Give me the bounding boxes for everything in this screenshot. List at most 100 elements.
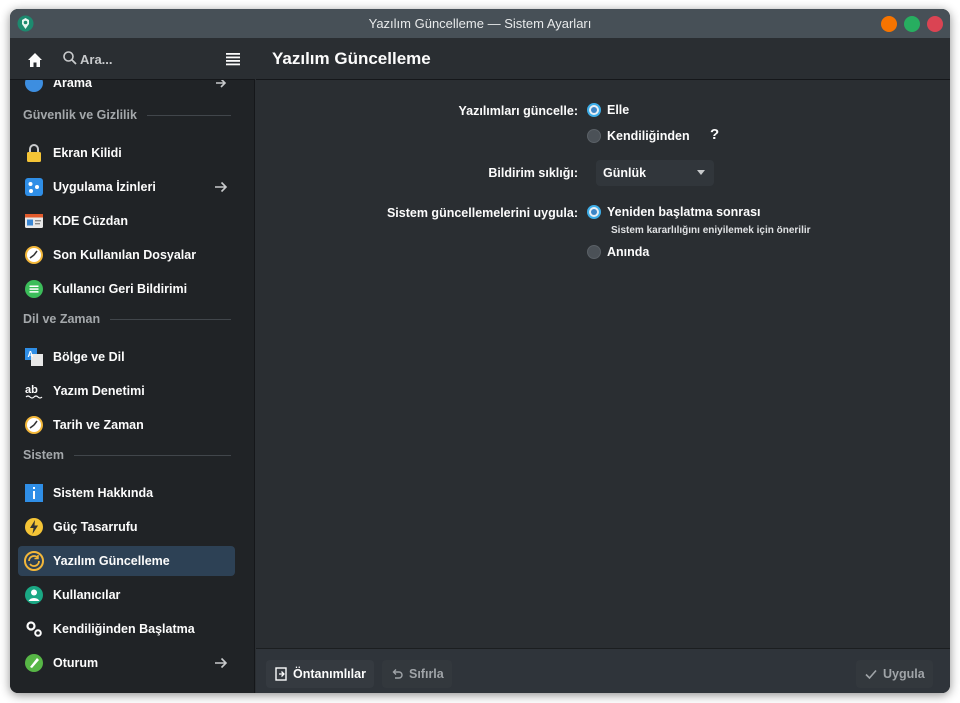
chevron-down-icon xyxy=(697,170,705,175)
radio-label: Yeniden başlatma sonrası xyxy=(607,205,761,219)
sidebar-item-user-feedback[interactable]: Kullanıcı Geri Bildirimi xyxy=(18,274,235,304)
defaults-button[interactable]: Öntanımlılar xyxy=(266,660,374,688)
sidebar-item-about-system[interactable]: Sistem Hakkında xyxy=(18,478,235,508)
search-icon xyxy=(63,51,77,65)
search-category-icon xyxy=(25,80,43,92)
title-bar[interactable]: Yazılım Güncelleme — Sistem Ayarları xyxy=(10,9,950,38)
radio-label: Kendiliğinden xyxy=(607,129,690,143)
sidebar-item-label: Arama xyxy=(53,80,92,90)
sidebar-item-label: KDE Cüzdan xyxy=(53,214,128,228)
sidebar-item-label: Yazım Denetimi xyxy=(53,384,145,398)
section-title: Güvenlik ve Gizlilik xyxy=(23,108,137,122)
update-manual-radio[interactable]: Elle xyxy=(587,103,629,117)
sidebar-item-label: Bölge ve Dil xyxy=(53,350,125,364)
info-icon xyxy=(25,484,43,502)
settings-window: Yazılım Güncelleme — Sistem Ayarları Ara… xyxy=(10,9,950,693)
sidebar-item-label: Kendiliğinden Başlatma xyxy=(53,622,195,636)
svg-text:ab: ab xyxy=(25,384,38,396)
apply-after-restart-radio[interactable]: Yeniden başlatma sonrası xyxy=(587,205,761,219)
sidebar-item-spell-check[interactable]: ab Yazım Denetimi xyxy=(18,376,235,406)
radio-indicator[interactable] xyxy=(587,129,601,143)
apply-label: Uygula xyxy=(883,667,925,681)
radio-indicator[interactable] xyxy=(587,245,601,259)
section-system: Sistem xyxy=(23,448,231,462)
checkmark-icon xyxy=(865,669,877,680)
sidebar-item-label: Tarih ve Zaman xyxy=(53,418,144,432)
sidebar-item-screen-lock[interactable]: Ekran Kilidi xyxy=(18,138,235,168)
maximize-icon[interactable] xyxy=(904,16,920,32)
app-logo-icon[interactable] xyxy=(17,15,34,32)
sidebar-item-date-time[interactable]: Tarih ve Zaman xyxy=(18,410,235,440)
notification-frequency-label: Bildirim sıklığı: xyxy=(488,166,578,180)
close-icon[interactable] xyxy=(927,16,943,32)
undo-icon xyxy=(392,669,403,679)
sidebar-item-label: Sistem Hakkında xyxy=(53,486,154,500)
sidebar-item-app-permissions[interactable]: Uygulama İzinleri xyxy=(18,172,235,202)
footer-bar: Öntanımlılar Sıfırla Uygula xyxy=(256,648,950,693)
notification-frequency-select[interactable]: Günlük xyxy=(596,160,714,186)
update-mode-label: Yazılımları güncelle: xyxy=(458,104,579,118)
recent-files-icon xyxy=(25,246,43,264)
arrow-right-icon[interactable] xyxy=(213,655,229,671)
spellcheck-icon: ab xyxy=(25,384,43,399)
radio-indicator[interactable] xyxy=(587,205,601,219)
reset-button[interactable]: Sıfırla xyxy=(382,660,452,688)
page-title: Yazılım Güncelleme xyxy=(272,48,431,68)
defaults-icon xyxy=(275,667,287,681)
section-security-privacy: Güvenlik ve Gizlilik xyxy=(23,108,231,122)
radio-indicator[interactable] xyxy=(587,103,601,117)
section-language-time: Dil ve Zaman xyxy=(23,312,231,326)
select-value: Günlük xyxy=(603,166,647,180)
main-header: Yazılım Güncelleme xyxy=(256,38,950,80)
session-icon xyxy=(25,654,43,672)
sidebar-item-software-update[interactable]: Yazılım Güncelleme xyxy=(18,546,235,576)
clock-icon xyxy=(25,416,43,434)
sidebar-item-recent-files[interactable]: Son Kullanılan Dosyalar xyxy=(18,240,235,270)
sidebar-item-session[interactable]: Oturum xyxy=(18,648,235,678)
apply-button[interactable]: Uygula xyxy=(856,660,933,688)
home-icon[interactable] xyxy=(24,49,46,71)
permissions-icon xyxy=(25,178,43,196)
sidebar: Arama Güvenlik ve Gizlilik Ekran Kilidi xyxy=(10,38,255,693)
sidebar-header xyxy=(10,38,255,80)
lock-icon xyxy=(27,144,41,162)
window-controls xyxy=(881,16,943,32)
sidebar-item-label: Oturum xyxy=(53,656,99,670)
sidebar-item-label: Ekran Kilidi xyxy=(53,146,122,160)
autostart-icon xyxy=(26,621,42,637)
sidebar-item-label: Kullanıcılar xyxy=(53,588,121,602)
window-title: Yazılım Güncelleme — Sistem Ayarları xyxy=(368,16,592,31)
sidebar-item-region-language[interactable]: A Bölge ve Dil xyxy=(18,342,235,372)
sidebar-list[interactable]: Arama Güvenlik ve Gizlilik Ekran Kilidi xyxy=(10,80,255,693)
power-icon xyxy=(25,518,43,536)
apply-immediately-radio[interactable]: Anında xyxy=(587,245,649,259)
defaults-label: Öntanımlılar xyxy=(293,667,366,681)
search-input[interactable] xyxy=(80,48,210,70)
sidebar-item-label: Kullanıcı Geri Bildirimi xyxy=(53,282,188,296)
update-automatic-radio[interactable]: Kendiliğinden xyxy=(587,129,690,143)
section-title: Dil ve Zaman xyxy=(23,312,101,326)
hamburger-menu-icon[interactable] xyxy=(224,50,242,68)
sidebar-item-label: Yazılım Güncelleme xyxy=(53,554,170,568)
sidebar-item-label: Son Kullanılan Dosyalar xyxy=(53,248,197,262)
sidebar-item-search[interactable]: Arama xyxy=(18,80,235,98)
users-icon xyxy=(25,586,43,604)
apply-after-restart-hint: Sistem kararlılığını eniyilemek için öne… xyxy=(611,225,811,236)
arrow-right-icon xyxy=(216,80,227,88)
sidebar-item-kde-wallet[interactable]: KDE Cüzdan xyxy=(18,206,235,236)
arrow-right-icon[interactable] xyxy=(213,179,229,195)
region-language-icon: A xyxy=(25,348,43,366)
sidebar-item-autostart[interactable]: Kendiliğinden Başlatma xyxy=(18,614,235,644)
feedback-icon xyxy=(25,280,43,298)
apply-updates-label: Sistem güncellemelerini uygula: xyxy=(386,206,578,220)
minimize-icon[interactable] xyxy=(881,16,897,32)
radio-label: Elle xyxy=(607,103,630,117)
section-title: Sistem xyxy=(23,448,64,462)
help-icon[interactable]: ? xyxy=(710,126,719,143)
reset-label: Sıfırla xyxy=(409,667,444,681)
sidebar-item-users[interactable]: Kullanıcılar xyxy=(18,580,235,610)
main-panel: Yazılım Güncelleme Yazılımları güncelle:… xyxy=(256,38,950,693)
sidebar-item-label: Uygulama İzinleri xyxy=(53,180,156,194)
update-icon xyxy=(24,551,44,571)
sidebar-item-power-saving[interactable]: Güç Tasarrufu xyxy=(18,512,235,542)
